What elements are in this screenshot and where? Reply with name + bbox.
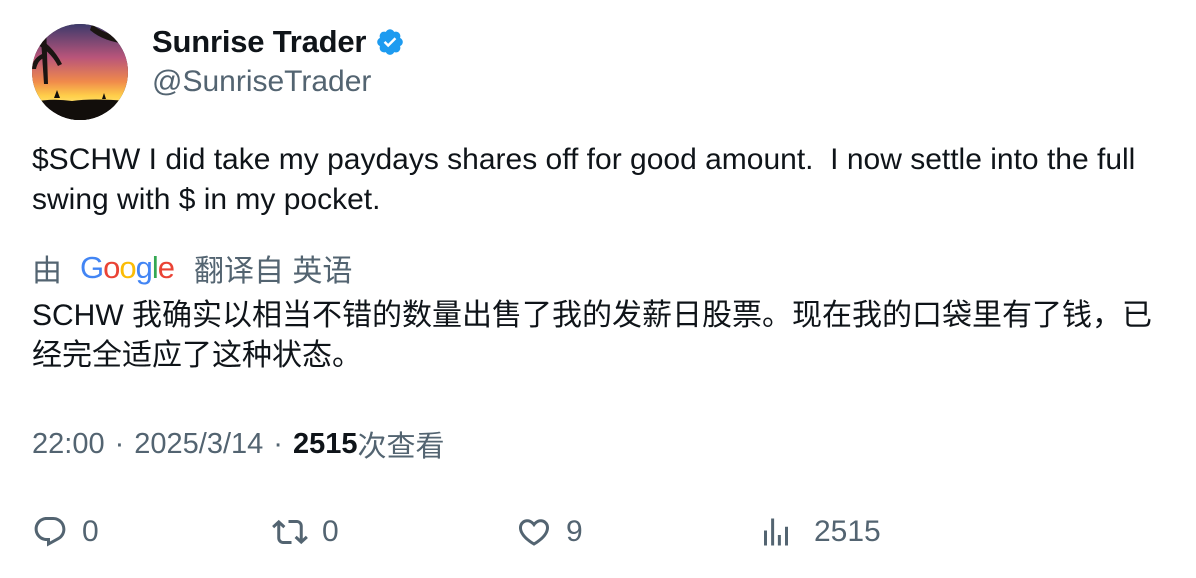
translated-text: SCHW 我确实以相当不错的数量出售了我的发薪日股票。现在我的口袋里有了钱，已经… <box>32 299 1152 372</box>
tweet-time[interactable]: 22:00 <box>32 428 105 461</box>
like-button[interactable]: 9 <box>516 510 583 554</box>
avatar-sunset-image <box>32 24 128 120</box>
like-count: 9 <box>566 515 583 548</box>
tweet-meta: 22:00 · 2025/3/14 · 2515 次查看 <box>32 424 444 464</box>
meta-separator: · <box>114 427 125 460</box>
author-name-row: Sunrise Trader <box>152 20 405 64</box>
tweet-text: $SCHW I did take my paydays shares off f… <box>32 143 1144 216</box>
retweet-button[interactable]: 0 <box>272 510 339 554</box>
views-button[interactable]: 2515 <box>758 510 881 554</box>
avatar[interactable] <box>32 24 128 120</box>
display-name[interactable]: Sunrise Trader <box>152 24 366 60</box>
translated-by-label: 由 <box>32 255 62 288</box>
tweet-card: Sunrise Trader @SunriseTrader $SCHW I di… <box>0 0 1196 578</box>
retweet-icon <box>272 514 308 550</box>
author-handle[interactable]: @SunriseTrader <box>152 62 371 102</box>
translation-attribution: 由 Google 翻译自 英语 <box>32 246 352 290</box>
reply-count: 0 <box>82 515 99 548</box>
views-count: 2515 <box>292 427 358 460</box>
verified-badge-icon <box>375 27 405 57</box>
heart-icon <box>516 514 552 550</box>
analytics-icon <box>758 514 794 550</box>
views-label: 次查看 <box>357 431 445 463</box>
meta-separator: · <box>273 427 283 460</box>
translated-from-link[interactable]: 翻译自 英语 <box>194 246 352 290</box>
reply-icon <box>32 514 68 550</box>
reply-button[interactable]: 0 <box>32 510 99 554</box>
retweet-count: 0 <box>322 515 339 548</box>
views-action-count: 2515 <box>814 515 881 548</box>
tweet-date[interactable]: 2025/3/14 <box>134 428 263 461</box>
action-bar: 0 0 9 2515 <box>32 510 1172 554</box>
google-logo: Google <box>80 250 175 285</box>
